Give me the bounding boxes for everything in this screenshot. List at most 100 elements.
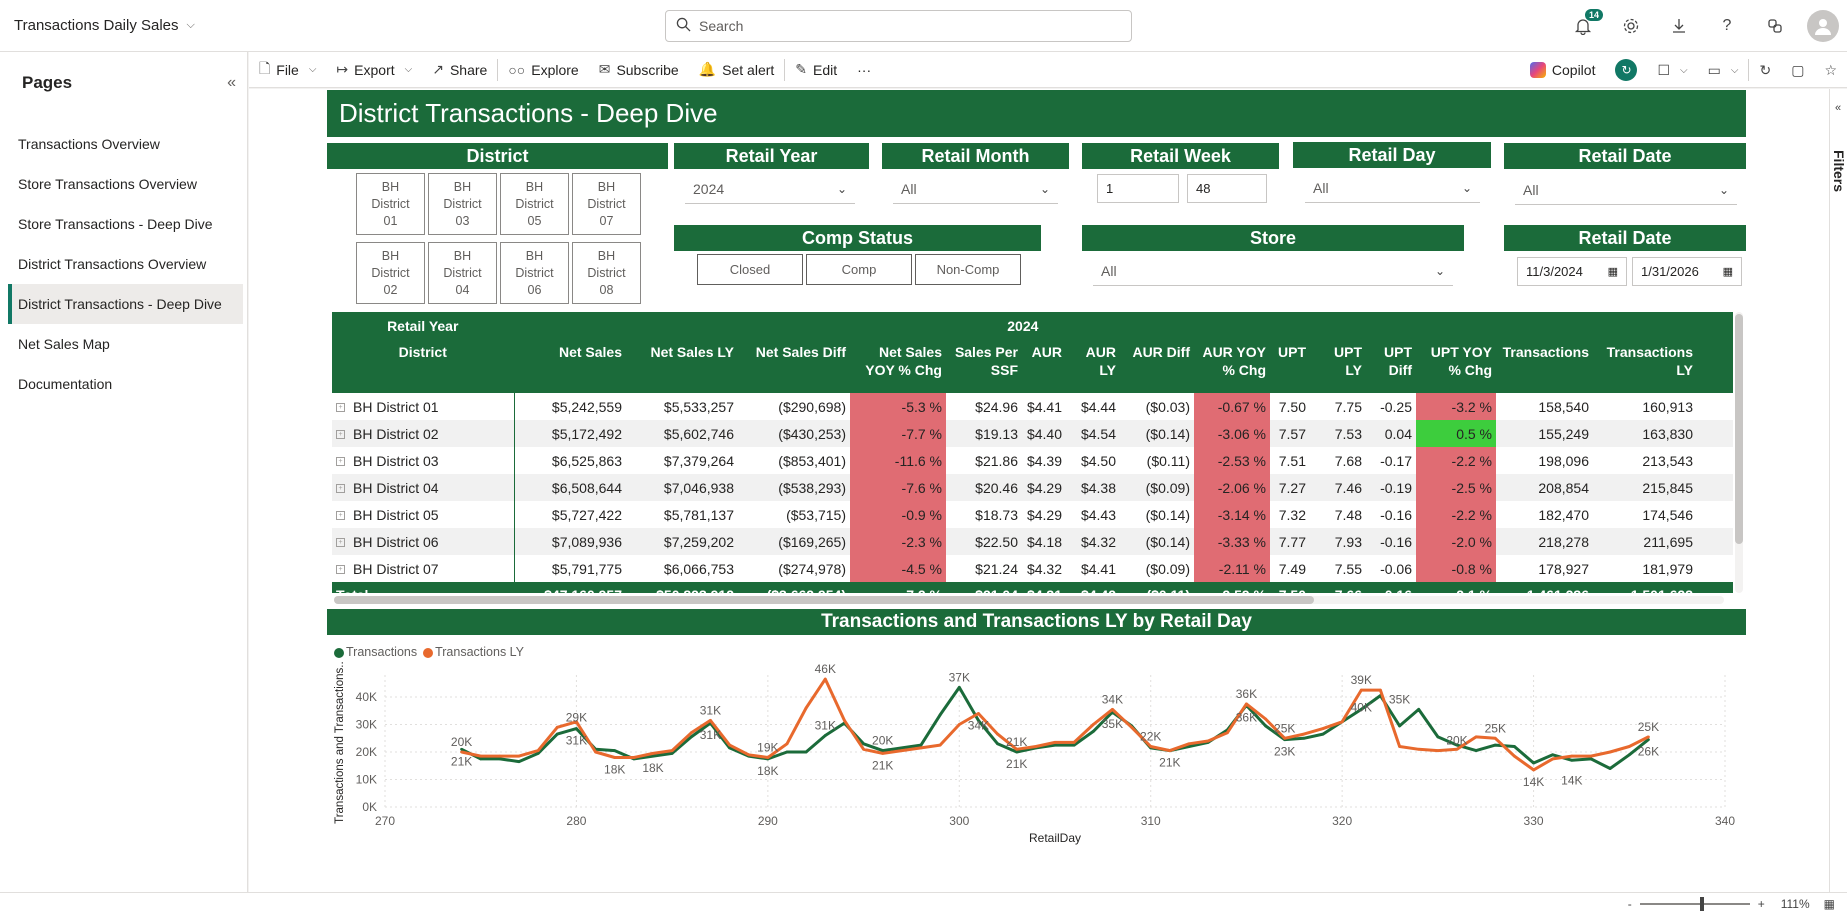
retail-month-dropdown[interactable]: All ⌄ (893, 175, 1058, 204)
data-point[interactable] (651, 754, 655, 758)
district-tile-04[interactable]: BH District 04 (428, 242, 497, 304)
data-point[interactable] (1072, 740, 1076, 744)
data-point[interactable] (1130, 725, 1133, 729)
column-header[interactable]: Net Sales YOY % Chg (850, 339, 946, 393)
district-tile-01[interactable]: BH District 01 (356, 173, 425, 235)
data-point[interactable] (1474, 735, 1478, 739)
store-dropdown[interactable]: All ⌄ (1093, 257, 1453, 286)
expand-row-icon[interactable]: + (336, 403, 345, 413)
expand-row-icon[interactable]: + (336, 457, 345, 467)
data-point[interactable] (689, 735, 693, 739)
report-title-menu[interactable]: Transactions Daily Sales ⌵ (14, 17, 195, 34)
settings-button[interactable] (1607, 0, 1655, 52)
search-input[interactable]: Search (699, 18, 743, 34)
data-point[interactable] (804, 706, 808, 710)
data-point[interactable] (1608, 750, 1612, 754)
data-point[interactable] (632, 756, 636, 759)
horizontal-scrollbar[interactable] (334, 596, 1724, 604)
table-row[interactable]: + BH District 05 $5,727,422 $5,781,137 ($53,… (332, 501, 1733, 528)
export-menu-button[interactable]: ↦ Export ⌵ (326, 52, 422, 88)
table-row[interactable]: + BH District 06 $7,089,936 $7,259,202 ($169… (332, 528, 1733, 555)
scrollbar-thumb[interactable] (334, 596, 1314, 604)
data-point[interactable] (670, 749, 674, 753)
comp-status-closed[interactable]: Closed (697, 254, 803, 285)
data-point[interactable] (1302, 732, 1306, 736)
column-header[interactable]: Sales Per SSF (946, 339, 1022, 393)
comp-status-non-comp[interactable]: Non-Comp (915, 254, 1021, 285)
data-point[interactable] (1264, 717, 1267, 721)
column-header[interactable]: Net Sales Diff (738, 339, 850, 393)
legend-item-transactions[interactable]: Transactions (334, 645, 417, 659)
legend-item-transactions-ly[interactable]: Transactions LY (423, 645, 524, 659)
data-point[interactable] (1034, 745, 1038, 748)
retail-week-from-input[interactable]: 1 (1097, 174, 1179, 203)
data-point[interactable] (747, 753, 751, 757)
data-point[interactable] (517, 760, 521, 764)
table-row[interactable]: + BH District 07 $5,791,775 $6,066,753 ($274… (332, 555, 1733, 582)
account-button[interactable] (1799, 0, 1847, 52)
table-row[interactable]: + BH District 04 $6,508,644 $7,046,938 ($538… (332, 474, 1733, 501)
data-point[interactable] (785, 742, 789, 746)
data-point[interactable] (613, 756, 617, 759)
district-tile-07[interactable]: BH District 07 (572, 173, 641, 235)
data-point[interactable] (575, 727, 578, 731)
data-point[interactable] (1111, 707, 1114, 711)
retail-day-dropdown[interactable]: All ⌄ (1305, 174, 1480, 203)
expand-filters-icon[interactable]: « (1835, 102, 1841, 114)
table-row[interactable]: + BH District 01 $5,242,559 $5,533,257 ($290… (332, 393, 1733, 420)
retail-date-dropdown[interactable]: All ⌄ (1515, 176, 1737, 205)
data-point[interactable] (1340, 720, 1344, 724)
data-point[interactable] (689, 731, 693, 735)
data-point[interactable] (498, 757, 502, 761)
vertical-scrollbar[interactable] (1735, 312, 1743, 593)
data-point[interactable] (460, 750, 463, 754)
data-point[interactable] (919, 743, 923, 747)
data-point[interactable] (881, 751, 885, 755)
feedback-button[interactable] (1751, 0, 1799, 52)
retail-date-start-input[interactable]: 11/3/2024 ▦ (1517, 257, 1627, 286)
zoom-out-button[interactable]: - (1628, 897, 1632, 911)
search-box[interactable]: Search (665, 10, 1132, 42)
district-tile-05[interactable]: BH District 05 (500, 173, 569, 235)
data-point[interactable] (1570, 754, 1574, 758)
data-point[interactable] (1321, 727, 1325, 731)
data-point[interactable] (728, 743, 731, 747)
data-point[interactable] (1302, 736, 1306, 740)
set-alert-button[interactable]: 🔔 Set alert (689, 52, 785, 88)
data-point[interactable] (1417, 707, 1421, 711)
data-point[interactable] (843, 718, 846, 722)
page-documentation[interactable]: Documentation (8, 364, 243, 404)
data-point[interactable] (1053, 743, 1057, 747)
district-matrix[interactable]: Retail Year 2024 District Net Sales Net Sa… (332, 312, 1733, 593)
column-header[interactable]: AUR YOY % Chg (1194, 339, 1270, 393)
data-point[interactable] (613, 749, 617, 753)
data-point[interactable] (1206, 739, 1210, 743)
share-button[interactable]: ↗ Share (422, 52, 497, 88)
line-chart[interactable]: 0K 10K 20K 30K 40K 270 280 290 300 310 320 330 340 Re… (327, 661, 1746, 881)
data-point[interactable] (996, 742, 999, 746)
data-point[interactable] (594, 750, 597, 754)
column-header[interactable]: UPT LY (1310, 339, 1366, 393)
data-point[interactable] (1168, 749, 1172, 753)
expand-row-icon[interactable]: + (336, 565, 345, 575)
column-header[interactable]: Net Sales LY (626, 339, 738, 393)
data-point[interactable] (1455, 747, 1459, 751)
data-point[interactable] (1436, 735, 1440, 739)
data-point[interactable] (919, 746, 923, 750)
page-district-transactions-overview[interactable]: District Transactions Overview (8, 244, 243, 284)
data-point[interactable] (517, 754, 521, 758)
data-point[interactable] (823, 677, 827, 681)
column-header[interactable]: UPT (1270, 339, 1310, 393)
data-point[interactable] (1589, 754, 1593, 758)
data-point[interactable] (1015, 750, 1019, 754)
zoom-slider[interactable] (1639, 897, 1750, 911)
data-point[interactable] (1091, 723, 1095, 726)
data-point[interactable] (1551, 753, 1555, 757)
data-point[interactable] (862, 747, 865, 751)
data-point[interactable] (977, 712, 980, 715)
data-point[interactable] (1627, 745, 1631, 748)
data-point[interactable] (996, 732, 999, 736)
column-header[interactable]: UPT Diff (1366, 339, 1416, 393)
notifications-button[interactable]: 14 (1559, 0, 1607, 52)
data-point[interactable] (1379, 688, 1382, 692)
